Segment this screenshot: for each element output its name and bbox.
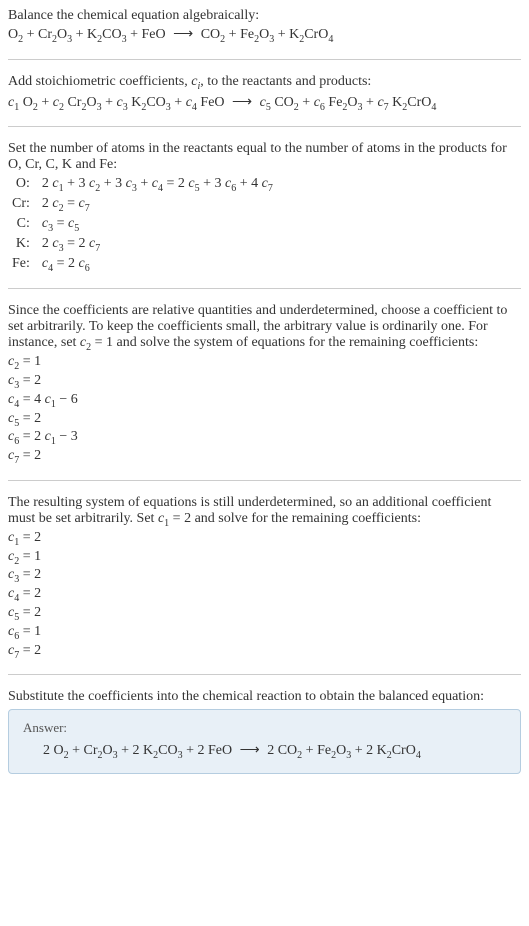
step6-intro: Substitute the coefficients into the che… [8, 689, 521, 705]
list-item: c5 = 2 [8, 605, 521, 623]
atom-label: C: [8, 215, 38, 235]
table-row: O: 2 c1 + 3 c2 + 3 c3 + c4 = 2 c5 + 3 c6… [8, 175, 277, 195]
list-item: c1 = 2 [8, 530, 521, 548]
step6-section: Substitute the coefficients into the che… [8, 689, 521, 774]
step5-section: The resulting system of equations is sti… [8, 495, 521, 660]
step2-equation: c1 O2 + c2 Cr2O3 + c3 K2CO3 + c4 FeO ⟶ c… [8, 94, 521, 113]
atom-equation: 2 c1 + 3 c2 + 3 c3 + c4 = 2 c5 + 3 c6 + … [38, 175, 277, 195]
list-item: c2 = 1 [8, 549, 521, 567]
divider [8, 126, 521, 127]
table-row: K: 2 c3 = 2 c7 [8, 235, 277, 255]
table-row: C: c3 = c5 [8, 215, 277, 235]
step1-equation: O2 + Cr2O3 + K2CO3 + FeO ⟶ CO2 + Fe2O3 +… [8, 26, 521, 45]
divider [8, 288, 521, 289]
step4-intro: Since the coefficients are relative quan… [8, 303, 521, 353]
list-item: c3 = 2 [8, 567, 521, 585]
list-item: c6 = 2 c1 − 3 [8, 429, 521, 447]
atom-label: O: [8, 175, 38, 195]
atom-equation: c4 = 2 c6 [38, 255, 277, 275]
list-item: c3 = 2 [8, 373, 521, 391]
atom-equation: c3 = c5 [38, 215, 277, 235]
atom-equation: 2 c2 = c7 [38, 195, 277, 215]
list-item: c2 = 1 [8, 354, 521, 372]
atom-balance-table: O: 2 c1 + 3 c2 + 3 c3 + c4 = 2 c5 + 3 c6… [8, 175, 277, 274]
atom-equation: 2 c3 = 2 c7 [38, 235, 277, 255]
list-item: c4 = 4 c1 − 6 [8, 392, 521, 410]
step2-section: Add stoichiometric coefficients, ci, to … [8, 74, 521, 113]
atom-label: Cr: [8, 195, 38, 215]
balanced-equation: 2 O2 + Cr2O3 + 2 K2CO3 + 2 FeO ⟶ 2 CO2 +… [23, 742, 506, 761]
table-row: Fe: c4 = 2 c6 [8, 255, 277, 275]
coefficient-list: c2 = 1 c3 = 2 c4 = 4 c1 − 6 c5 = 2 c6 = … [8, 354, 521, 466]
table-row: Cr: 2 c2 = c7 [8, 195, 277, 215]
step1-intro: Balance the chemical equation algebraica… [8, 8, 521, 24]
list-item: c7 = 2 [8, 448, 521, 466]
list-item: c6 = 1 [8, 624, 521, 642]
step1-section: Balance the chemical equation algebraica… [8, 8, 521, 45]
reaction-arrow-icon: ⟶ [232, 743, 267, 758]
reaction-arrow-icon: ⟶ [166, 27, 201, 42]
step5-intro: The resulting system of equations is sti… [8, 495, 521, 529]
step2-intro: Add stoichiometric coefficients, ci, to … [8, 74, 521, 92]
reaction-arrow-icon: ⟶ [225, 95, 260, 110]
list-item: c5 = 2 [8, 411, 521, 429]
atom-label: Fe: [8, 255, 38, 275]
answer-box: Answer: 2 O2 + Cr2O3 + 2 K2CO3 + 2 FeO ⟶… [8, 709, 521, 774]
list-item: c7 = 2 [8, 643, 521, 661]
step4-section: Since the coefficients are relative quan… [8, 303, 521, 466]
step3-section: Set the number of atoms in the reactants… [8, 141, 521, 274]
list-item: c4 = 2 [8, 586, 521, 604]
step3-intro: Set the number of atoms in the reactants… [8, 141, 521, 173]
answer-label: Answer: [23, 720, 506, 736]
atom-label: K: [8, 235, 38, 255]
divider [8, 59, 521, 60]
coefficient-list: c1 = 2 c2 = 1 c3 = 2 c4 = 2 c5 = 2 c6 = … [8, 530, 521, 661]
divider [8, 674, 521, 675]
divider [8, 480, 521, 481]
